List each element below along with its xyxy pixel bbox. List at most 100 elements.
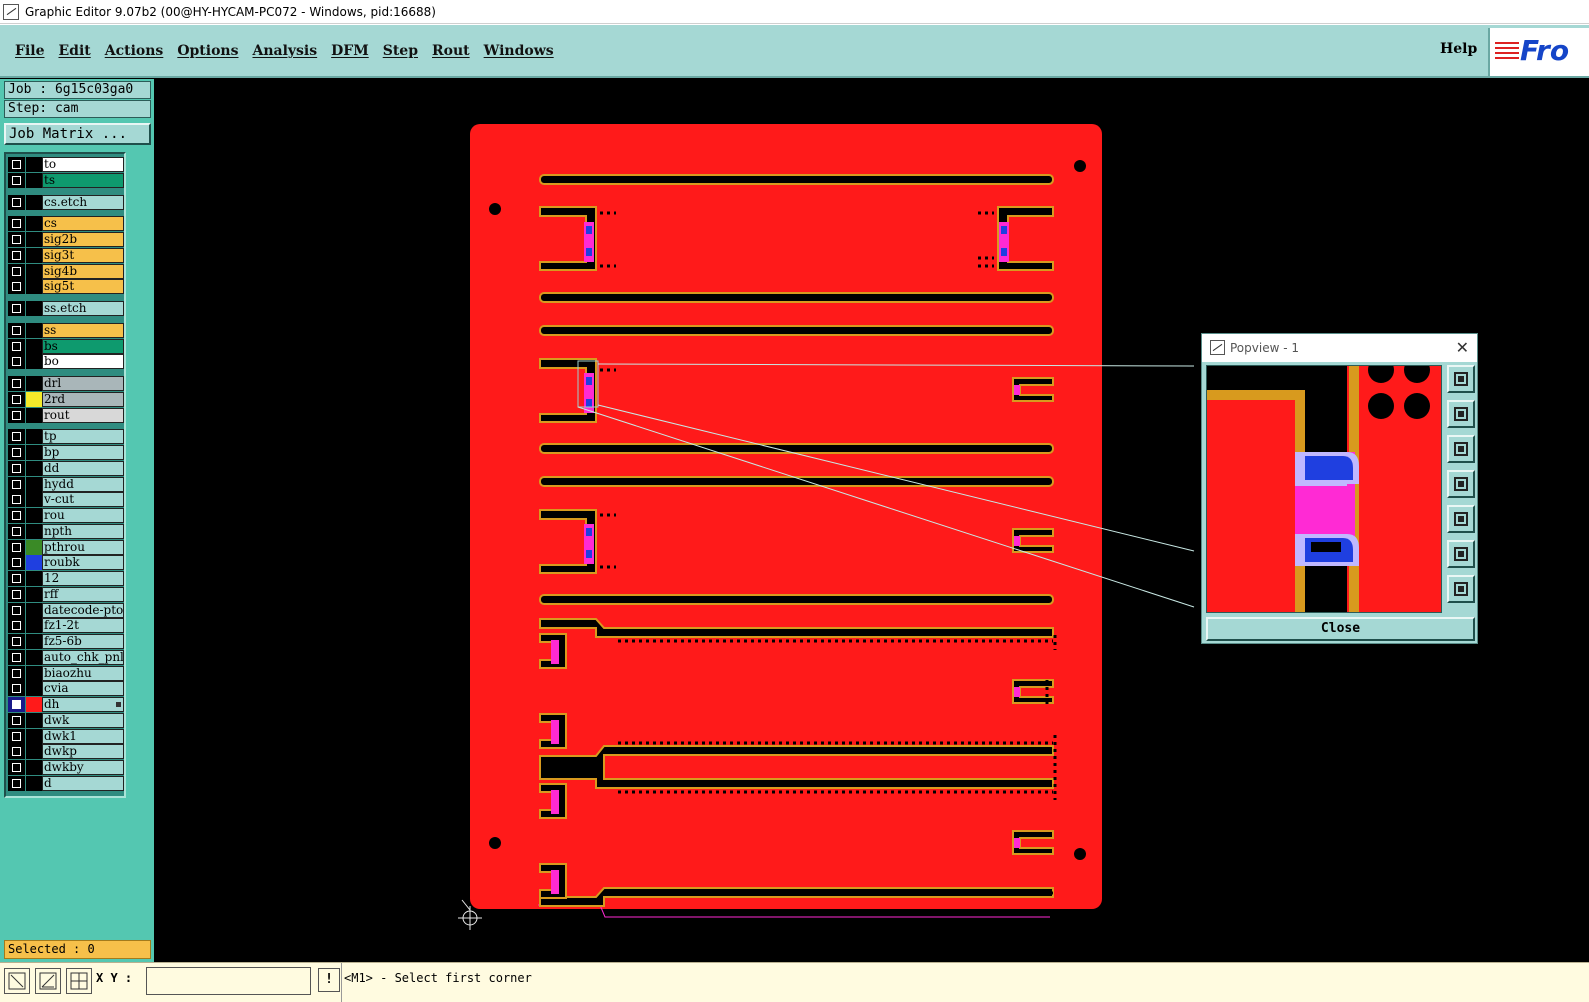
- layer-row-biaozhu[interactable]: biaozhu: [8, 665, 124, 681]
- layer-name[interactable]: roubk: [42, 555, 124, 571]
- layer-checkbox[interactable]: [8, 571, 25, 586]
- layer-row-dh[interactable]: dh: [8, 697, 124, 712]
- layer-row-rff[interactable]: rff: [8, 586, 124, 602]
- layer-row-12[interactable]: 12: [8, 571, 124, 586]
- layer-color-swatch[interactable]: [26, 429, 42, 445]
- layer-name[interactable]: biaozhu: [42, 665, 124, 681]
- layer-color-swatch[interactable]: [26, 407, 42, 423]
- layer-row-to[interactable]: to: [8, 157, 124, 172]
- layer-checkbox[interactable]: [8, 712, 25, 728]
- layer-row-dwkp[interactable]: dwkp: [8, 744, 124, 760]
- layer-checkbox[interactable]: [8, 492, 25, 508]
- layer-checkbox[interactable]: [8, 157, 25, 172]
- layer-name[interactable]: 2rd: [42, 391, 124, 407]
- layer-row-sig5t[interactable]: sig5t: [8, 279, 124, 295]
- layer-name[interactable]: dwkby: [42, 760, 124, 775]
- layer-row-cs.etch[interactable]: cs.etch: [8, 194, 124, 210]
- layer-row-datecode-pto[interactable]: datecode-pto: [8, 602, 124, 618]
- layer-checkbox[interactable]: [8, 232, 25, 247]
- layer-name[interactable]: hydd: [42, 476, 124, 492]
- popview-zoom-view[interactable]: [1206, 365, 1442, 613]
- layer-row-pthrou[interactable]: pthrou: [8, 539, 124, 555]
- layer-name[interactable]: auto_chk_pnl: [42, 649, 124, 665]
- menu-windows[interactable]: Windows: [477, 43, 561, 59]
- layer-color-swatch[interactable]: [26, 445, 42, 460]
- layer-name[interactable]: v-cut: [42, 492, 124, 508]
- layer-row-fz5-6b[interactable]: fz5-6b: [8, 634, 124, 649]
- layer-row-cs[interactable]: cs: [8, 216, 124, 232]
- pan-right-icon[interactable]: [1447, 505, 1475, 533]
- snap-icon[interactable]: [35, 968, 61, 994]
- layer-checkbox[interactable]: [8, 194, 25, 210]
- layer-color-swatch[interactable]: [26, 712, 42, 728]
- layer-color-swatch[interactable]: [26, 728, 42, 744]
- layer-color-swatch[interactable]: [26, 744, 42, 760]
- layer-checkbox[interactable]: [8, 445, 25, 460]
- layer-color-swatch[interactable]: [26, 301, 42, 316]
- layer-checkbox[interactable]: [8, 586, 25, 602]
- layer-name[interactable]: npth: [42, 523, 124, 539]
- layer-color-swatch[interactable]: [26, 391, 42, 407]
- layer-row-dwkby[interactable]: dwkby: [8, 760, 124, 775]
- menu-help[interactable]: Help: [1440, 41, 1477, 57]
- layer-name[interactable]: ts: [42, 172, 124, 188]
- layer-row-tp[interactable]: tp: [8, 429, 124, 445]
- layer-row-sig2b[interactable]: sig2b: [8, 232, 124, 247]
- layer-color-swatch[interactable]: [26, 760, 42, 775]
- layer-checkbox[interactable]: [8, 376, 25, 391]
- layer-checkbox[interactable]: [8, 460, 25, 476]
- layer-name[interactable]: ss.etch: [42, 301, 124, 316]
- layer-color-swatch[interactable]: [26, 354, 42, 370]
- layer-name[interactable]: bp: [42, 445, 124, 460]
- layer-row-dwk[interactable]: dwk: [8, 712, 124, 728]
- layer-color-swatch[interactable]: [26, 586, 42, 602]
- zoom-home-icon[interactable]: [1447, 365, 1475, 393]
- pan-up-icon[interactable]: [1447, 400, 1475, 428]
- layer-checkbox[interactable]: [8, 539, 25, 555]
- menu-options[interactable]: Options: [170, 43, 245, 59]
- layer-row-bo[interactable]: bo: [8, 354, 124, 370]
- layer-checkbox[interactable]: [8, 407, 25, 423]
- layer-name[interactable]: dwkp: [42, 744, 124, 760]
- menu-actions[interactable]: Actions: [98, 43, 171, 59]
- layer-row-drl[interactable]: drl: [8, 376, 124, 391]
- layer-color-swatch[interactable]: [26, 172, 42, 188]
- job-matrix-button[interactable]: Job Matrix ...: [4, 123, 151, 145]
- layer-name[interactable]: sig5t: [42, 279, 124, 295]
- layer-row-roubk[interactable]: roubk: [8, 555, 124, 571]
- layer-color-swatch[interactable]: [26, 376, 42, 391]
- layer-name[interactable]: ss: [42, 322, 124, 338]
- layer-name[interactable]: bs: [42, 338, 124, 354]
- layer-color-swatch[interactable]: [26, 338, 42, 354]
- zoom-out-icon[interactable]: [1447, 575, 1475, 603]
- measure-icon[interactable]: [4, 968, 30, 994]
- layer-checkbox[interactable]: [8, 263, 25, 279]
- layer-checkbox[interactable]: [8, 665, 25, 681]
- layer-color-swatch[interactable]: [26, 194, 42, 210]
- layer-row-cvia[interactable]: cvia: [8, 681, 124, 697]
- layer-color-swatch[interactable]: [26, 263, 42, 279]
- layer-checkbox[interactable]: [8, 508, 25, 523]
- menu-analysis[interactable]: Analysis: [245, 43, 324, 59]
- layer-name[interactable]: datecode-pto: [42, 602, 124, 618]
- menu-rout[interactable]: Rout: [425, 43, 477, 59]
- layer-row-sig3t[interactable]: sig3t: [8, 247, 124, 263]
- layer-name[interactable]: fz1-2t: [42, 618, 124, 634]
- layer-row-rout[interactable]: rout: [8, 407, 124, 423]
- layer-name[interactable]: sig3t: [42, 247, 124, 263]
- layer-name[interactable]: pthrou: [42, 539, 124, 555]
- layer-checkbox[interactable]: [8, 602, 25, 618]
- layer-color-swatch[interactable]: [26, 618, 42, 634]
- layer-color-swatch[interactable]: [26, 322, 42, 338]
- layer-color-swatch[interactable]: [26, 232, 42, 247]
- layer-row-auto_chk_pnl[interactable]: auto_chk_pnl: [8, 649, 124, 665]
- layer-name[interactable]: drl: [42, 376, 124, 391]
- layer-name[interactable]: dwk: [42, 712, 124, 728]
- layer-checkbox[interactable]: [8, 618, 25, 634]
- layer-checkbox[interactable]: [8, 279, 25, 295]
- layer-checkbox[interactable]: [8, 354, 25, 370]
- layer-color-swatch[interactable]: [26, 216, 42, 232]
- layer-color-swatch[interactable]: [26, 476, 42, 492]
- layer-name[interactable]: dwk1: [42, 728, 124, 744]
- layer-color-swatch[interactable]: [26, 602, 42, 618]
